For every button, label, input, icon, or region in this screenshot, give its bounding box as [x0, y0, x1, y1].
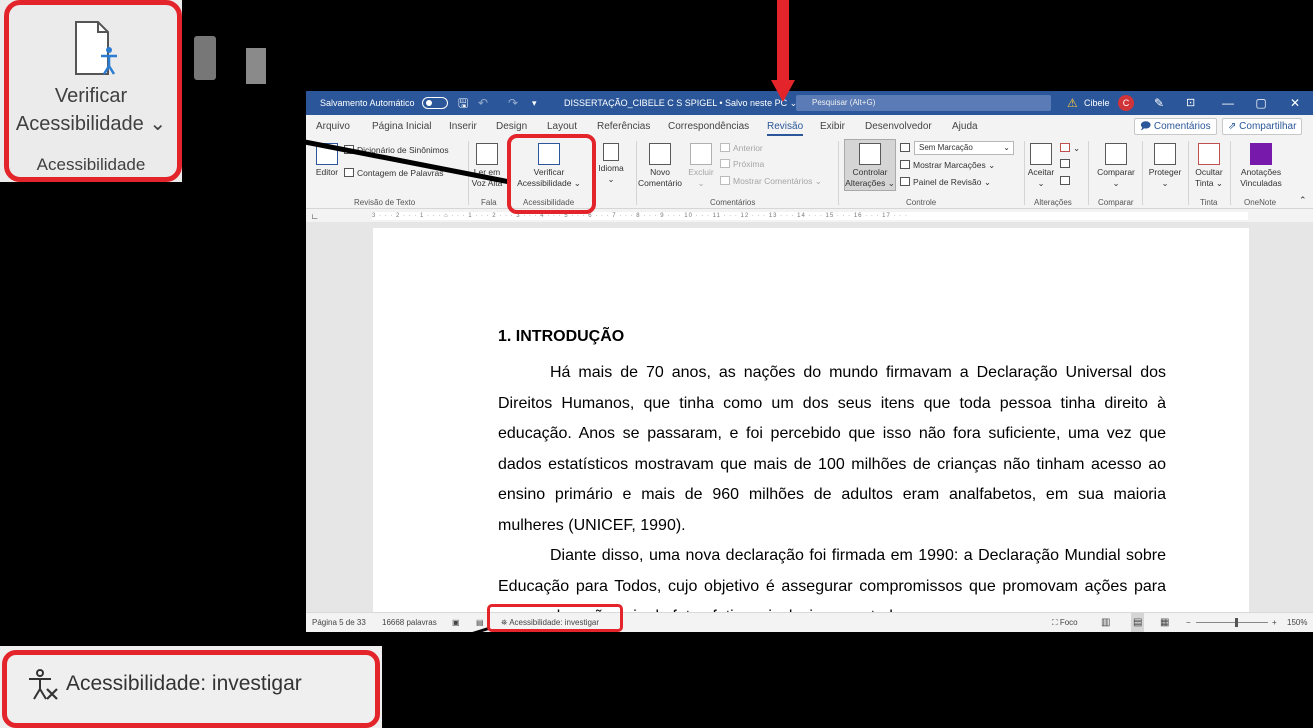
red-arrow-shaft [777, 0, 789, 83]
red-arrow-head [771, 80, 795, 102]
highlight-zoom-bottom [2, 650, 380, 728]
highlight-zoom-top [4, 0, 182, 182]
highlight-ribbon-accessibility [507, 134, 596, 214]
callout-connector-line [181, 115, 511, 185]
highlight-status-accessibility [487, 604, 623, 632]
annotation-lines [181, 115, 511, 664]
callout-connector-line [381, 626, 491, 664]
cropped-fragment [246, 48, 266, 84]
cropped-fragment [194, 36, 216, 80]
